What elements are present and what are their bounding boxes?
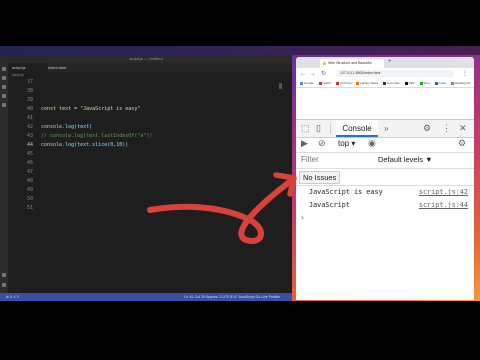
arrow-stroke	[147, 177, 295, 244]
annotation-arrow	[147, 172, 297, 244]
